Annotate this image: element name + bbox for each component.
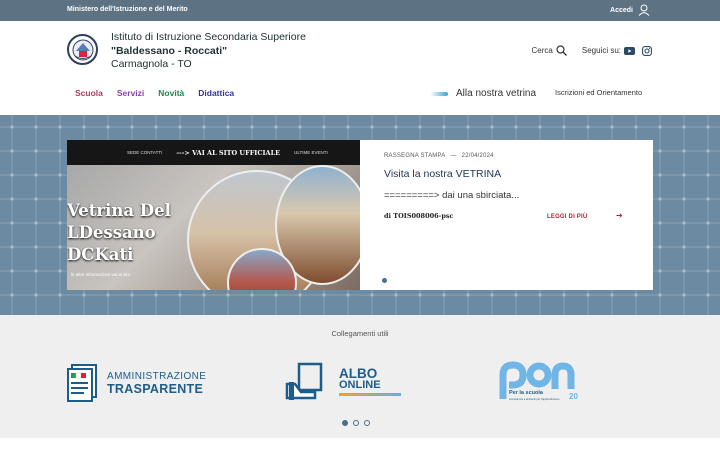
arrow-stripe-icon bbox=[430, 91, 448, 96]
albo-online-link[interactable]: ALBO ONLINE bbox=[285, 360, 401, 402]
pon-subtext: competenze e ambienti per l'apprendiment… bbox=[509, 397, 560, 401]
image-bar-item: ---> VAI AL SITO UFFICIALE bbox=[176, 148, 281, 157]
search-label: Cerca bbox=[531, 46, 553, 55]
news-card: SEDE CONTATTI ---> VAI AL SITO UFFICIALE… bbox=[67, 140, 653, 290]
image-caption-line: LDessano bbox=[67, 223, 156, 242]
news-category[interactable]: RASSEGNA STAMPA bbox=[384, 153, 445, 159]
follow-label: Seguici su: bbox=[581, 46, 621, 55]
image-bar-item: SEDE CONTATTI bbox=[127, 150, 163, 155]
site-header: Istituto di Istruzione Secondaria Superi… bbox=[0, 21, 720, 115]
title-line-1: Istituto di Istruzione Secondaria Superi… bbox=[111, 31, 306, 43]
amministrazione-text: AMMINISTRAZIONE TRASPARENTE bbox=[107, 371, 206, 396]
instagram-icon[interactable] bbox=[642, 45, 652, 56]
documents-icon bbox=[67, 364, 97, 402]
news-text: RASSEGNA STAMPA — 22/04/2024 Visita la nos… bbox=[360, 140, 653, 290]
pon-text: Per la scuola bbox=[509, 390, 544, 396]
hero-section: SEDE CONTATTI ---> VAI AL SITO UFFICIALE… bbox=[0, 115, 720, 315]
news-date: 22/04/2024 bbox=[461, 153, 494, 159]
amm-line-1: AMMINISTRAZIONE bbox=[107, 370, 207, 382]
youtube-icon[interactable] bbox=[624, 46, 635, 55]
read-more-link[interactable]: LEGGI DI PIÙ bbox=[547, 214, 587, 220]
news-image[interactable]: SEDE CONTATTI ---> VAI AL SITO UFFICIALE… bbox=[67, 140, 360, 290]
meta-dash: — bbox=[450, 153, 457, 159]
image-caption-line: DCKati bbox=[67, 245, 134, 264]
albo-text: ALBO ONLINE bbox=[339, 365, 401, 396]
useful-links-section: Collegamenti utili AMMINISTRAZIONE TRASP… bbox=[0, 315, 720, 438]
nav-item-scuola[interactable]: Scuola bbox=[75, 88, 103, 98]
vetrina-label: Alla nostra vetrina bbox=[456, 88, 537, 99]
amministrazione-trasparente-link[interactable]: AMMINISTRAZIONE TRASPARENTE bbox=[67, 363, 206, 403]
school-logo[interactable] bbox=[67, 34, 98, 65]
carousel-dot-3[interactable] bbox=[364, 420, 370, 426]
login-label: Accedi bbox=[610, 6, 633, 14]
carousel-dot-1[interactable] bbox=[342, 420, 348, 426]
school-crest-icon bbox=[72, 39, 93, 60]
carousel-dot-2[interactable] bbox=[353, 420, 359, 426]
social-links: Seguici su: bbox=[581, 45, 652, 56]
nav-item-didattica[interactable]: Didattica bbox=[198, 88, 234, 98]
news-description: =========> dai una sbirciata... bbox=[384, 190, 520, 201]
title-line-3: Carmagnola - TO bbox=[111, 58, 192, 70]
search-button[interactable]: Cerca bbox=[532, 45, 567, 56]
header-tools: Cerca Seguici su: bbox=[532, 45, 652, 56]
image-caption: Vetrina Del LDessano DCKati bbox=[67, 200, 171, 266]
ministry-link[interactable]: Ministero dell'Istruzione e del Merito bbox=[67, 6, 188, 13]
image-topbar: SEDE CONTATTI ---> VAI AL SITO UFFICIALE… bbox=[67, 140, 360, 165]
news-title[interactable]: Visita la nostra VETRINA bbox=[384, 168, 653, 180]
pon-logo: Per la scuola competenze e ambienti per … bbox=[499, 359, 581, 405]
pon-year: 20 bbox=[569, 392, 578, 401]
amm-line-2: TRASPARENTE bbox=[107, 381, 204, 396]
links-carousel-dots bbox=[342, 420, 370, 426]
folder-hand-icon bbox=[285, 362, 323, 400]
pon-logo-link[interactable]: Per la scuola competenze e ambienti per … bbox=[499, 359, 581, 405]
main-nav: Scuola Servizi Novità Didattica bbox=[75, 88, 234, 98]
nav-item-novita[interactable]: Novità bbox=[158, 88, 184, 98]
footer-strip bbox=[0, 438, 720, 450]
image-caption-line: Vetrina Del bbox=[67, 201, 171, 220]
search-icon bbox=[556, 45, 567, 56]
image-small-text: le altre informazioni vai al sito bbox=[71, 272, 131, 277]
user-icon bbox=[638, 4, 650, 16]
iscrizioni-link[interactable]: Iscrizioni ed Orientamento bbox=[555, 88, 642, 97]
news-meta: RASSEGNA STAMPA — 22/04/2024 bbox=[384, 153, 653, 159]
login-button[interactable]: Accedi bbox=[610, 4, 650, 16]
vetrina-link[interactable]: Alla nostra vetrina bbox=[430, 88, 536, 99]
carousel-dot[interactable] bbox=[382, 278, 387, 283]
albo-line-1: ALBO bbox=[339, 365, 378, 381]
albo-line-2: ONLINE bbox=[339, 378, 381, 391]
school-title[interactable]: Istituto di Istruzione Secondaria Superi… bbox=[111, 31, 306, 72]
useful-links-heading: Collegamenti utili bbox=[331, 329, 389, 338]
title-line-2: "Baldessano - Roccati" bbox=[111, 44, 228, 57]
nav-item-servizi[interactable]: Servizi bbox=[117, 88, 144, 98]
albo-stripe bbox=[339, 392, 401, 396]
image-bar-item: ULTIME EVENTI bbox=[294, 150, 328, 155]
arrow-right-icon[interactable]: ➔ bbox=[616, 211, 623, 220]
news-author: di TOIS008006-psc bbox=[384, 212, 454, 220]
top-bar: Ministero dell'Istruzione e del Merito A… bbox=[0, 0, 720, 21]
